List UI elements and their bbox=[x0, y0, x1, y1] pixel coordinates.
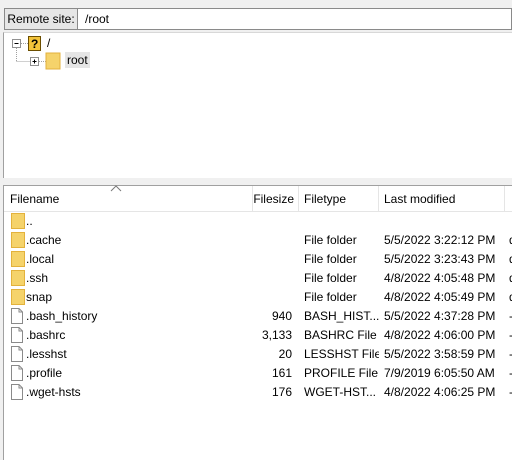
file-size: 161 bbox=[271, 366, 292, 380]
file-modified: 4/8/2022 4:05:48 PM bbox=[384, 271, 496, 285]
folder-icon bbox=[11, 232, 25, 248]
file-name: snap bbox=[26, 290, 53, 304]
tree-item-root-slash[interactable]: / bbox=[47, 35, 50, 51]
file-type: BASH_HIST... bbox=[304, 309, 379, 323]
file-modified: 5/5/2022 3:23:43 PM bbox=[384, 252, 496, 266]
file-row[interactable]: .profile 161 PROFILE File 7/9/2019 6:05:… bbox=[4, 364, 512, 383]
folder-icon bbox=[45, 52, 61, 70]
file-name: .cache bbox=[26, 233, 62, 247]
tree-item-root[interactable]: root bbox=[65, 52, 90, 68]
file-icon bbox=[11, 384, 23, 400]
file-row[interactable]: .lesshst 20 LESSHST File 5/5/2022 3:58:5… bbox=[4, 345, 512, 364]
file-name: .. bbox=[26, 214, 33, 228]
remote-site-label: Remote site: bbox=[4, 8, 78, 30]
directory-tree[interactable]: ? / root bbox=[3, 32, 512, 179]
svg-text:?: ? bbox=[31, 37, 38, 51]
file-type: File folder bbox=[304, 290, 357, 304]
file-row[interactable]: .bash_history 940 BASH_HIST... 5/5/2022 … bbox=[4, 307, 512, 326]
file-size: 20 bbox=[278, 347, 292, 361]
file-row[interactable]: snap File folder 4/8/2022 4:05:49 PM d bbox=[4, 288, 512, 307]
file-icon bbox=[11, 327, 23, 343]
file-name: .bashrc bbox=[26, 328, 66, 342]
file-modified: 7/9/2019 6:05:50 AM bbox=[384, 366, 495, 380]
file-modified: 5/5/2022 4:37:28 PM bbox=[384, 309, 496, 323]
pane-splitter[interactable] bbox=[0, 178, 512, 185]
column-filesize[interactable]: Filesize bbox=[252, 186, 294, 211]
file-modified: 5/5/2022 3:22:12 PM bbox=[384, 233, 496, 247]
file-row[interactable]: .. bbox=[4, 212, 512, 231]
folder-icon bbox=[11, 213, 25, 229]
file-row[interactable]: .local File folder 5/5/2022 3:23:43 PM d bbox=[4, 250, 512, 269]
file-size: 3,133 bbox=[261, 328, 292, 342]
folder-icon bbox=[11, 289, 25, 305]
file-name: .local bbox=[26, 252, 55, 266]
column-filetype[interactable]: Filetype bbox=[304, 186, 346, 211]
file-modified: 5/5/2022 3:58:59 PM bbox=[384, 347, 496, 361]
file-icon bbox=[11, 346, 23, 362]
remote-site-bar: Remote site: /root bbox=[0, 0, 512, 34]
file-type: WGET-HST... bbox=[304, 385, 376, 399]
folder-icon bbox=[11, 251, 25, 267]
file-row[interactable]: .bashrc 3,133 BASHRC File 4/8/2022 4:06:… bbox=[4, 326, 512, 345]
file-name: .profile bbox=[26, 366, 63, 380]
column-last-modified[interactable]: Last modified bbox=[384, 186, 455, 211]
folder-icon bbox=[11, 270, 25, 286]
file-row[interactable]: .cache File folder 5/5/2022 3:22:12 PM d bbox=[4, 231, 512, 250]
file-type: PROFILE File bbox=[304, 366, 379, 380]
file-type: File folder bbox=[304, 233, 357, 247]
file-type: File folder bbox=[304, 271, 357, 285]
file-type: File folder bbox=[304, 252, 357, 266]
file-size: 940 bbox=[271, 309, 292, 323]
file-list-header: Filename Filesize Filetype Last modified bbox=[4, 185, 512, 212]
file-icon bbox=[11, 308, 23, 324]
tree-lines: ? bbox=[12, 36, 61, 70]
collapse-icon[interactable] bbox=[12, 39, 21, 48]
expand-icon[interactable] bbox=[30, 57, 39, 66]
file-type: LESSHST File bbox=[304, 347, 379, 361]
file-icon bbox=[11, 365, 23, 381]
file-list[interactable]: Filename Filesize Filetype Last modified… bbox=[3, 185, 512, 460]
file-size: 176 bbox=[271, 385, 292, 399]
file-type: BASHRC File bbox=[304, 328, 377, 342]
file-name: .bash_history bbox=[26, 309, 98, 323]
remote-path-input[interactable]: /root bbox=[78, 8, 512, 30]
file-modified: 4/8/2022 4:06:00 PM bbox=[384, 328, 496, 342]
file-row[interactable]: .wget-hsts 176 WGET-HST... 4/8/2022 4:06… bbox=[4, 383, 512, 402]
file-name: .ssh bbox=[26, 271, 49, 285]
file-row[interactable]: .ssh File folder 4/8/2022 4:05:48 PM d bbox=[4, 269, 512, 288]
file-modified: 4/8/2022 4:05:49 PM bbox=[384, 290, 496, 304]
unknown-state-icon: ? bbox=[28, 36, 41, 51]
file-modified: 4/8/2022 4:06:25 PM bbox=[384, 385, 496, 399]
file-name: .lesshst bbox=[26, 347, 67, 361]
file-name: .wget-hsts bbox=[26, 385, 81, 399]
column-filename[interactable]: Filename bbox=[10, 186, 59, 211]
sort-ascending-icon bbox=[110, 185, 122, 192]
